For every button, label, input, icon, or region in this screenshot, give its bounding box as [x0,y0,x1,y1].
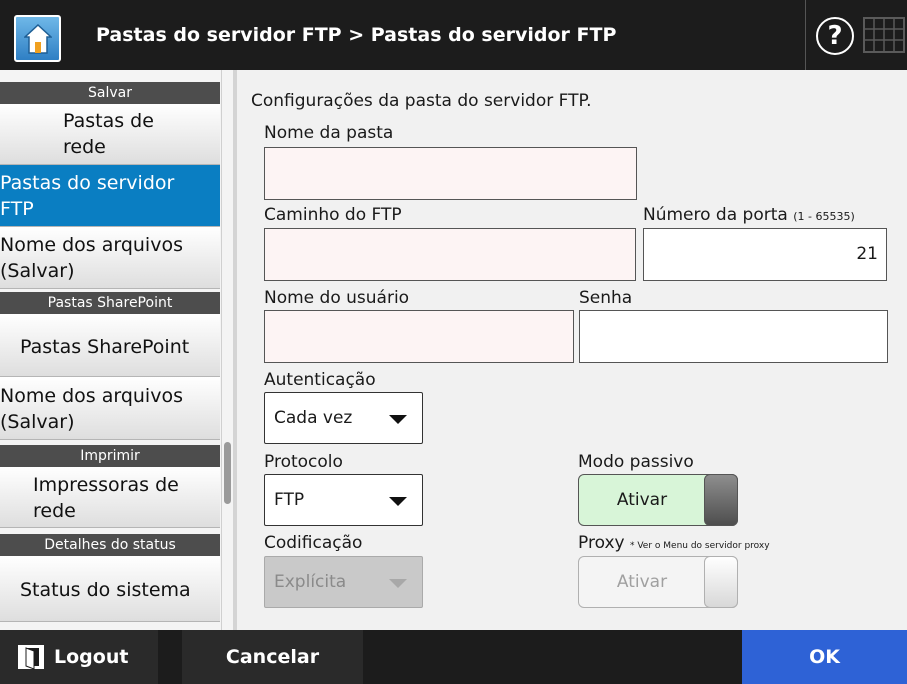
page-title: Pastas do servidor FTP > Pastas do servi… [96,24,617,46]
folder-name-field[interactable] [264,147,637,200]
encoding-value: Explícita [274,572,347,592]
protocol-select[interactable]: FTP [264,474,423,526]
sidebar-item-nome-arquivos-salvar-sharepoint[interactable]: Nome dos arquivos (Salvar) [0,377,220,440]
passive-mode-label: Modo passivo [578,452,694,472]
home-button[interactable] [14,15,61,62]
port-number-field[interactable]: 21 [643,228,887,281]
panel-heading: Configurações da pasta do servidor FTP. [251,91,592,111]
ftp-path-field[interactable] [264,228,636,281]
sidebar-section-sharepoint: Pastas SharePoint [0,292,220,314]
logout-icon [18,645,44,670]
sidebar-item-pastas-servidor-ftp[interactable]: Pastas do servidor FTP [0,165,220,227]
sidebar-item-label: FTP [0,198,34,220]
sidebar-section-detalhes-status: Detalhes do status [0,534,220,556]
sidebar-section-salvar: Salvar [0,82,220,104]
ftp-path-label: Caminho do FTP [264,205,402,225]
chevron-down-icon [389,497,407,506]
port-number-value: 21 [856,244,878,264]
sidebar-item-label: (Salvar) [0,260,75,282]
chevron-down-icon [389,579,407,588]
sidebar-scroll-thumb[interactable] [224,442,231,504]
sidebar-item-label: Pastas do servidor [0,172,175,194]
sidebar-item-pastas-de-rede[interactable]: Pastas de rede [0,104,220,165]
sidebar-item-impressoras-de-rede[interactable]: Impressoras de rede [0,467,220,528]
help-button[interactable]: ? [816,17,854,55]
passive-mode-toggle[interactable]: Ativar [578,474,738,526]
cancel-button[interactable]: Cancelar [182,630,363,684]
header-bar: Pastas do servidor FTP > Pastas do servi… [0,0,907,70]
port-range-hint: (1 - 65535) [793,210,855,223]
authentication-label: Autenticação [264,370,376,390]
proxy-note: * Ver o Menu do servidor proxy [629,541,770,551]
encoding-select: Explícita [264,556,423,608]
sidebar-scrollbar[interactable] [221,70,233,630]
protocol-label: Protocolo [264,452,343,472]
sidebar: Salvar Pastas de rede Pastas do servidor… [0,70,233,630]
encoding-label: Codificação [264,533,363,553]
proxy-toggle: Ativar [578,556,738,608]
header-divider [805,0,806,70]
sidebar-item-label: Nome dos arquivos [0,234,183,256]
password-label: Senha [579,288,633,308]
sidebar-item-label: Nome dos arquivos [0,385,183,407]
proxy-label: Proxy * Ver o Menu do servidor proxy [578,533,770,553]
proxy-label-text: Proxy [578,533,625,553]
logout-label: Logout [54,646,129,668]
sidebar-item-label: Status do sistema [20,579,191,601]
authentication-value: Cada vez [274,408,353,428]
toggle-knob [704,474,738,526]
chevron-down-icon [389,415,407,424]
sidebar-item-status-do-sistema[interactable]: Status do sistema [0,556,220,622]
sidebar-item-label: (Salvar) [0,411,75,433]
folder-name-label: Nome da pasta [264,123,394,143]
protocol-value: FTP [274,490,305,510]
sidebar-item-label: Pastas de [63,110,154,132]
sidebar-item-pastas-sharepoint[interactable]: Pastas SharePoint [0,314,220,377]
home-icon [24,24,52,54]
sidebar-section-imprimir: Imprimir [0,445,220,467]
keyboard-icon[interactable] [862,12,907,58]
sidebar-item-label: Impressoras de [33,474,179,496]
proxy-value: Ativar [616,572,668,592]
sidebar-item-label: rede [63,136,106,158]
passive-mode-value: Ativar [616,490,668,510]
toggle-knob [704,556,738,608]
password-field[interactable] [579,310,888,363]
sidebar-item-nome-arquivos-salvar[interactable]: Nome dos arquivos (Salvar) [0,227,220,289]
sidebar-item-label: Pastas SharePoint [20,336,190,358]
port-number-label-text: Número da porta [643,205,788,225]
port-number-label: Número da porta (1 - 65535) [643,205,855,225]
username-label: Nome do usuário [264,288,410,308]
ok-button[interactable]: OK [742,630,907,684]
logout-button[interactable]: Logout [0,630,158,684]
footer-bar: Logout Cancelar OK [0,630,907,684]
username-field[interactable] [264,310,574,363]
sidebar-item-label: rede [33,500,76,522]
authentication-select[interactable]: Cada vez [264,392,423,444]
settings-panel: Configurações da pasta do servidor FTP. … [233,70,907,630]
